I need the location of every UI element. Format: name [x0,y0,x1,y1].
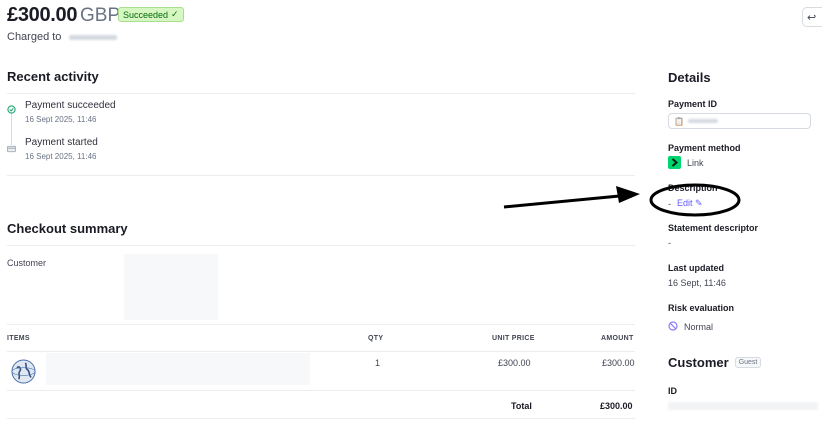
customer-id-label: ID [668,386,677,396]
charged-to: Charged to [7,31,117,43]
risk-evaluation-value: Normal [684,322,714,332]
divider [7,175,635,176]
divider [7,93,635,94]
col-items: ITEMS [7,335,30,342]
currency-code: GBP [80,5,121,26]
checkout-summary-heading: Checkout summary [7,221,128,236]
description-value: - [668,198,671,209]
risk-evaluation-label: Risk evaluation [668,303,735,313]
last-updated-label: Last updated [668,263,725,273]
charged-to-label: Charged to [7,31,62,43]
check-circle-icon [7,101,16,119]
customer-header: Customer Guest [668,355,762,370]
shield-icon [668,318,678,336]
timeline-item-title: Payment started [25,137,98,148]
customer-label: Customer [7,258,47,268]
row-amount: £300.00 [602,358,635,368]
return-icon: ↩ [807,11,817,24]
globe-icon [11,359,36,389]
status-badge: Succeeded ✓ [118,7,184,22]
divider [7,324,635,325]
timeline-item: Payment succeeded 16 Sept 2025, 11:46 [25,100,116,124]
payment-method-label: Payment method [668,143,741,153]
status-label: Succeeded [123,9,169,20]
edit-label: Edit [677,198,693,208]
customer-redacted [124,254,218,320]
customer-id-redacted [668,402,818,410]
payment-id-redacted [687,119,718,123]
divider [7,245,635,246]
col-qty: QTY [368,335,384,342]
divider [7,390,635,391]
risk-evaluation: Normal [668,318,713,336]
charged-to-redacted [68,34,117,40]
guest-badge: Guest [734,357,762,368]
edit-description-link[interactable]: Edit ✎ [677,198,703,209]
clipboard-icon[interactable]: 📋 [674,117,684,126]
description-row: - Edit ✎ [668,198,703,209]
total-value: £300.00 [600,401,633,411]
payment-amount: £300.00 [7,4,78,26]
check-icon: ✓ [171,9,179,19]
divider [7,418,635,419]
row-unit-price: £300.00 [498,358,531,368]
pencil-icon: ✎ [695,198,703,208]
timeline-item-title: Payment succeeded [25,100,116,111]
back-button[interactable]: ↩ [802,7,822,27]
payment-id-field[interactable]: 📋 [668,113,811,129]
details-heading: Details [668,70,711,85]
total-label: Total [511,401,532,411]
statement-descriptor-value: - [668,238,671,248]
item-name-redacted [46,353,310,385]
statement-descriptor-label: Statement descriptor [668,223,759,233]
timeline-item-time: 16 Sept 2025, 11:46 [25,115,97,124]
timeline-item: Payment started 16 Sept 2025, 11:46 [25,137,98,161]
annotation-arrow-icon [503,186,640,209]
customer-heading: Customer [668,355,729,370]
card-icon [7,140,16,158]
row-qty: 1 [375,358,381,368]
description-label: Description [668,183,718,193]
divider [7,351,635,352]
link-logo-icon [668,156,681,169]
payment-id-label: Payment ID [668,99,718,109]
recent-activity-heading: Recent activity [7,69,99,84]
payment-method-value: Link [687,157,704,168]
col-amount: AMOUNT [601,335,634,342]
timeline-item-time: 16 Sept 2025, 11:46 [25,152,97,161]
last-updated-value: 16 Sept, 11:46 [668,278,726,288]
payment-method: Link [668,156,704,169]
col-unit-price: UNIT PRICE [492,335,535,342]
